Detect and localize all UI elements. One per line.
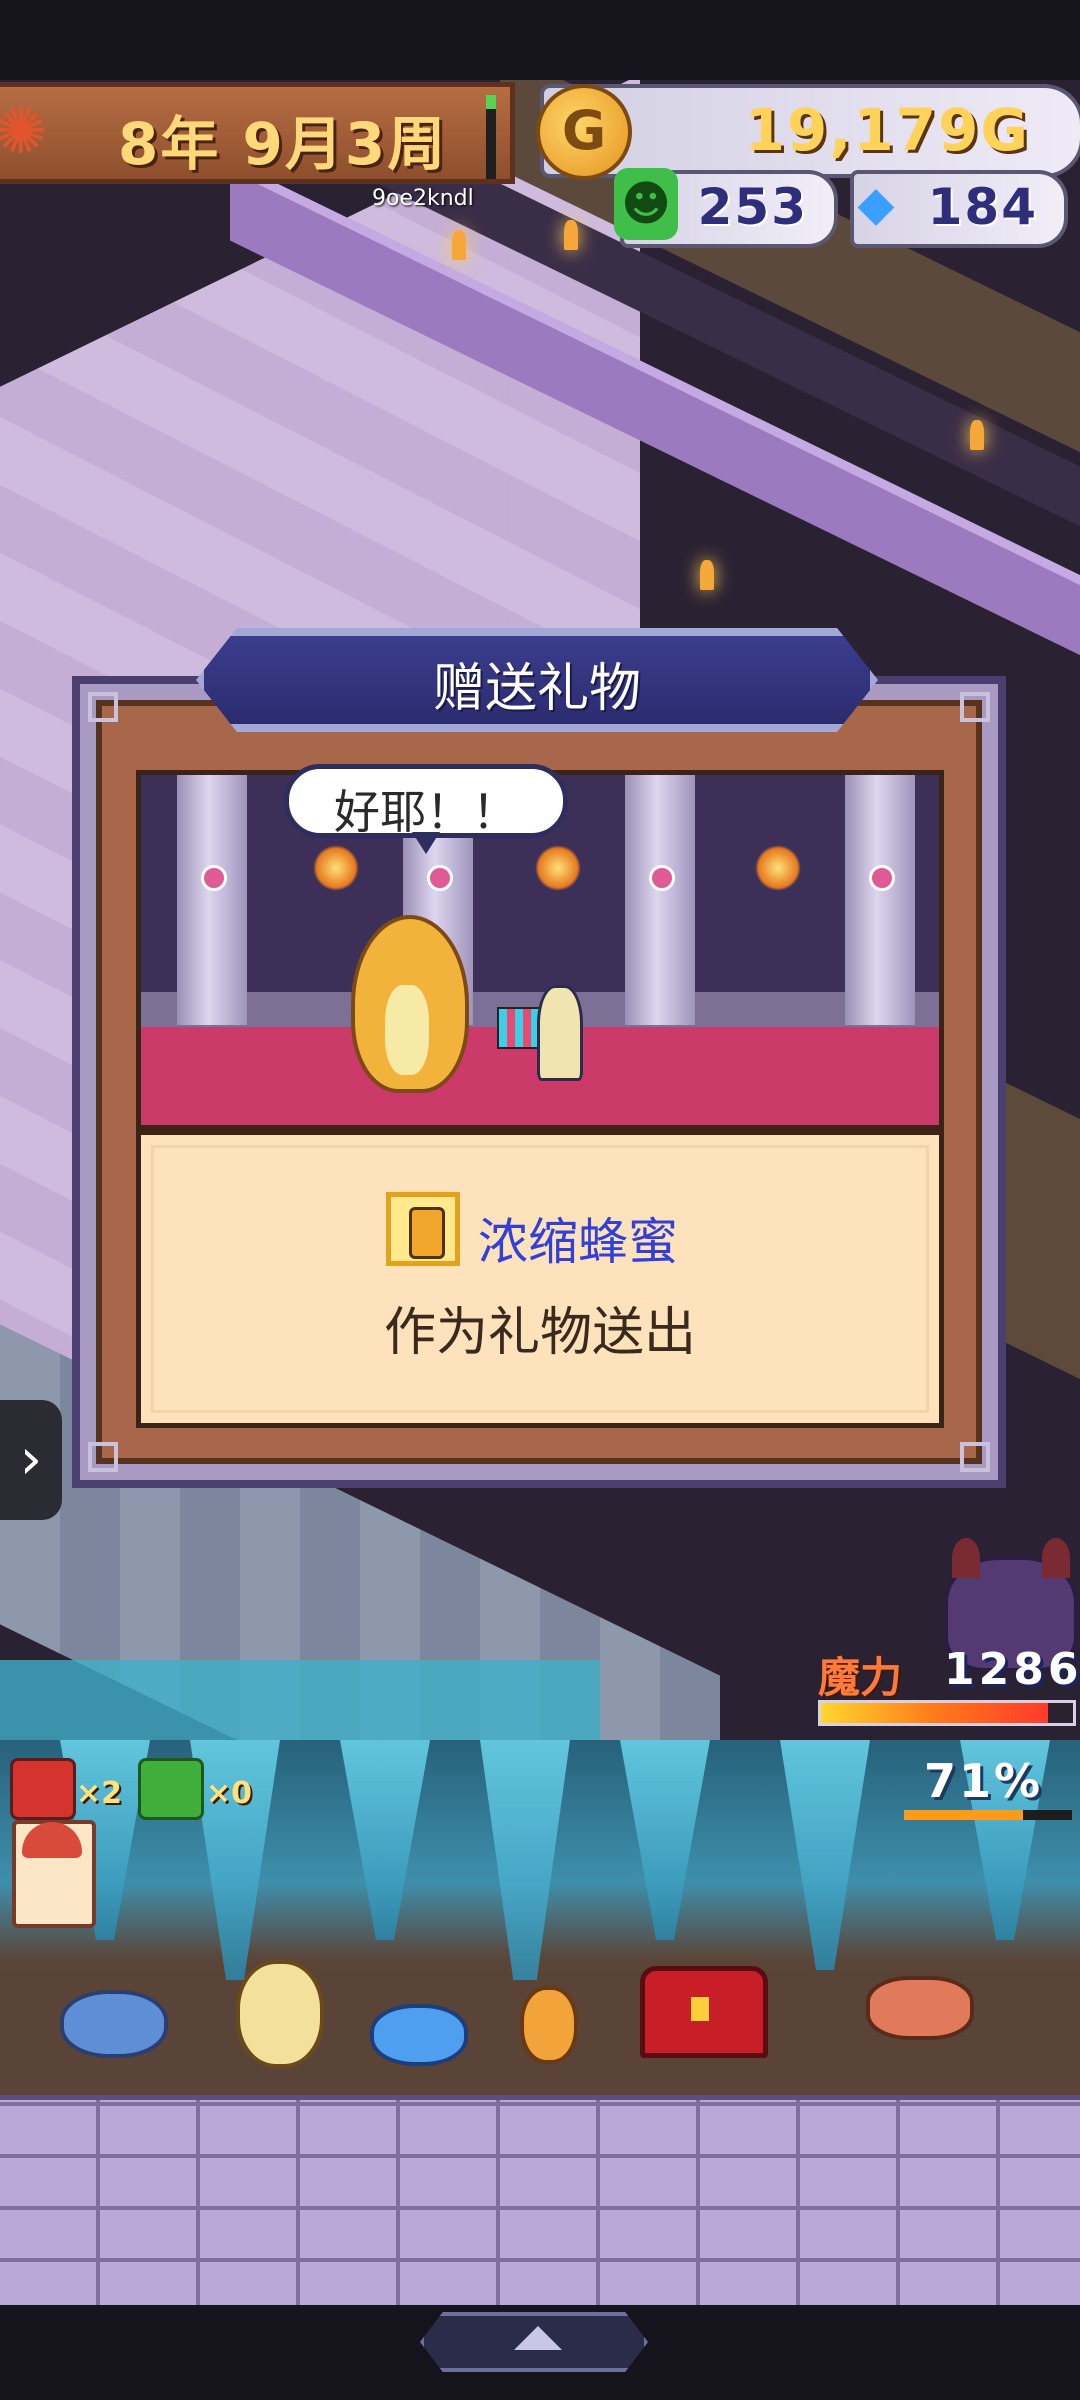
corner-ornament <box>88 1442 118 1472</box>
hero-portrait[interactable] <box>12 1820 96 1928</box>
torch-icon <box>970 420 984 450</box>
torch-icon <box>700 560 714 590</box>
crystal-icon: ◆ <box>857 176 895 232</box>
crystal-resource-panel: ◆ 184 <box>850 170 1068 248</box>
mana-label: 魔力 <box>818 1653 903 1702</box>
cave-strip[interactable]: ×2 ×0 71% <box>0 1740 1080 2095</box>
stalactite <box>340 1740 430 1940</box>
username: 9oe2kndl <box>372 186 474 211</box>
status-bar <box>0 0 1080 80</box>
honey-jar-icon <box>386 1192 460 1266</box>
red-treasure-chest[interactable] <box>640 1966 768 2058</box>
dragon-belly <box>385 985 429 1075</box>
treasure-chest-icon[interactable] <box>10 1758 76 1820</box>
green-resource-value: 253 <box>697 178 808 236</box>
torch-icon <box>452 230 466 260</box>
brick-floor <box>0 2095 1080 2310</box>
message-box <box>136 1130 944 1428</box>
date-progress-bar <box>486 95 496 179</box>
gold-amount: 19,179G <box>744 96 1030 164</box>
corner-ornament <box>960 1442 990 1472</box>
player-character <box>537 985 583 1081</box>
date-panel: ✺ 8年 9月3周 <box>0 82 515 184</box>
corner-ornament <box>88 692 118 722</box>
mana-bar-fill <box>821 1703 1048 1723</box>
dialog-title: 赠送礼物 <box>432 659 641 719</box>
crystal-resource-value: 184 <box>927 178 1038 236</box>
gold-coin-icon: G <box>536 84 632 180</box>
pillar <box>845 775 915 1025</box>
gift-message: 作为礼物送出 <box>383 1303 696 1363</box>
moat-water <box>0 1660 600 1740</box>
stalactite <box>480 1740 570 2000</box>
chest-count: ×2 <box>76 1776 123 1811</box>
green-resource-panel: ☻ 253 <box>614 168 838 248</box>
wall-torch-icon <box>535 845 581 891</box>
wall-torch-icon <box>755 845 801 891</box>
pillar <box>177 775 247 1025</box>
corner-ornament <box>960 692 990 722</box>
mana-value: 1286 <box>944 1644 1080 1695</box>
progress-bar-fill <box>904 1810 1024 1820</box>
gold-panel: G 19,179G <box>536 84 1080 180</box>
up-arrow-icon <box>514 2326 562 2350</box>
item-name: 浓缩蜂蜜 <box>478 1213 678 1271</box>
meat-icon[interactable] <box>866 1976 974 2040</box>
slime-monster[interactable] <box>370 2004 468 2066</box>
progress-percent: 71% <box>924 1754 1044 1808</box>
pillar <box>625 775 695 1025</box>
slime-icon: ☻ <box>614 168 678 240</box>
maple-leaf-icon: ✺ <box>0 95 48 169</box>
mana-bar <box>818 1700 1076 1726</box>
stalactite <box>620 1740 710 1940</box>
progress-bar <box>904 1810 1072 1820</box>
stalactite <box>780 1740 870 1970</box>
turtle-monster[interactable] <box>60 1990 168 2058</box>
game-date: 8年 9月3周 <box>118 110 448 178</box>
torch-icon <box>564 220 578 250</box>
wall-torch-icon <box>313 845 359 891</box>
mushroom-monster[interactable] <box>236 1960 324 2068</box>
gift-count: ×0 <box>206 1776 253 1811</box>
speech-text: 好耶！！ <box>334 785 518 839</box>
baby-dragon-monster[interactable] <box>520 1986 578 2064</box>
side-expand-button[interactable]: › <box>0 1400 62 1520</box>
gift-icon[interactable] <box>138 1758 204 1820</box>
